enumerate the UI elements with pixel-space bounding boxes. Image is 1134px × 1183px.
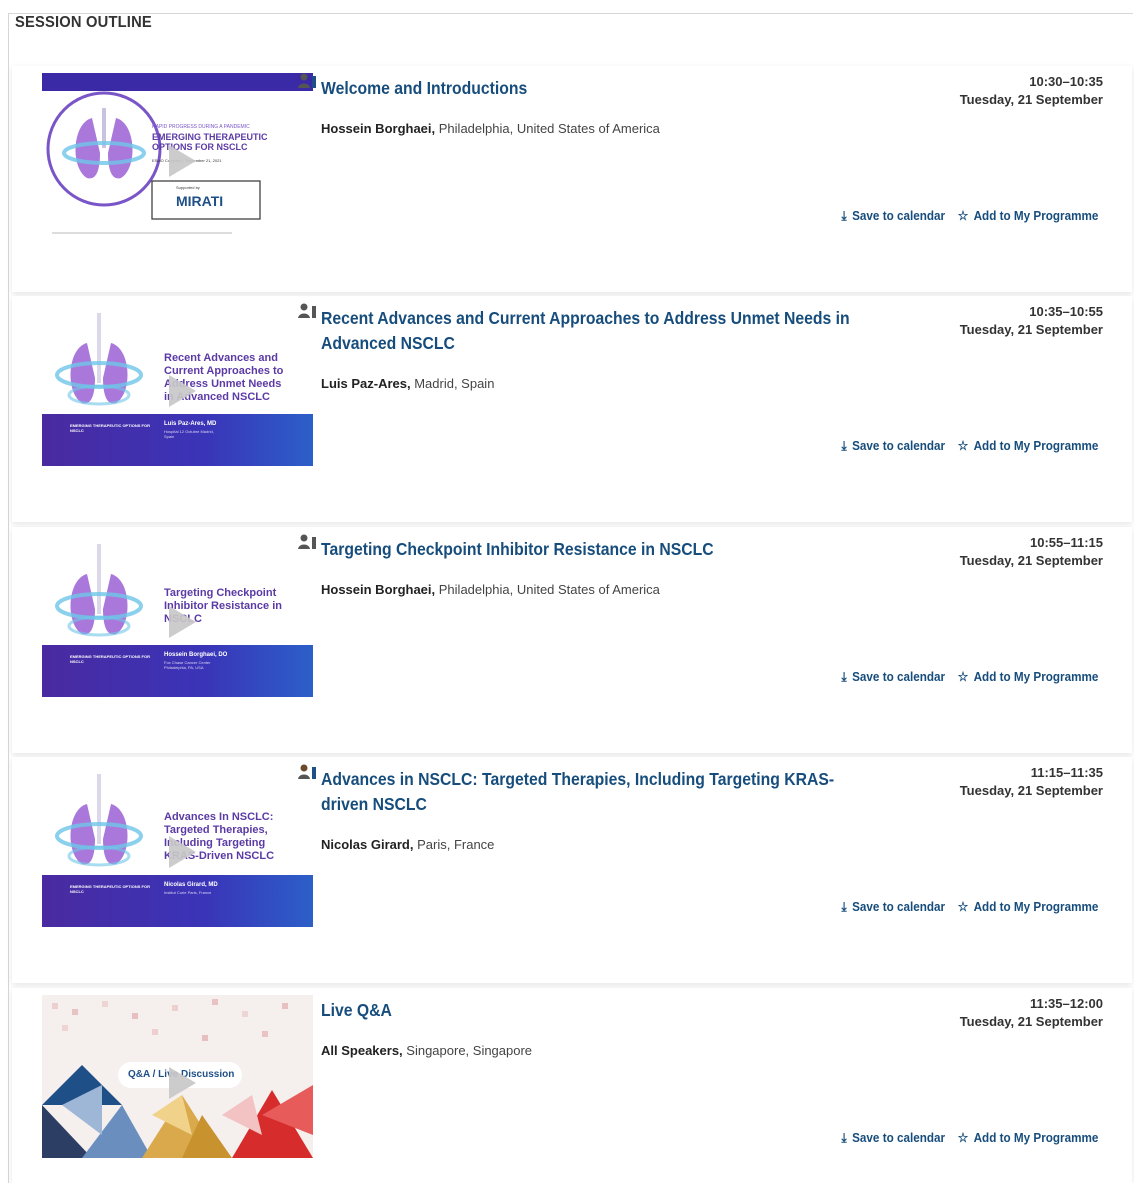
speaker-line: All Speakers, Singapore, Singapore xyxy=(321,1043,532,1058)
star-outline-icon: ☆ xyxy=(957,208,968,223)
item-actions: ⤓ Save to calendar ☆ Add to My Programme xyxy=(841,899,1098,915)
time-range: 10:55–11:15 xyxy=(1029,535,1103,550)
session-date: Tuesday, 21 September xyxy=(959,553,1103,568)
speaker-line: Nicolas Girard, Paris, France xyxy=(321,837,494,852)
speaker-line: Hossein Borghaei, Philadelphia, United S… xyxy=(321,582,660,597)
speaker-avatar-icon xyxy=(298,534,316,549)
speaker-avatar-icon xyxy=(298,303,316,318)
thumb-presenter-affiliation: Fox Chase Cancer Center Philadelphia, PA… xyxy=(164,660,211,670)
speaker-line: Luis Paz-Ares, Madrid, Spain xyxy=(321,376,494,391)
session-date: Tuesday, 21 September xyxy=(959,322,1103,337)
sponsor-logo: MIRATI xyxy=(176,193,224,209)
thumb-presenter: Nicolas Girard, MD xyxy=(164,882,218,888)
add-to-programme-button[interactable]: ☆ Add to My Programme xyxy=(957,208,1098,224)
download-icon: ⤓ xyxy=(841,669,847,684)
add-to-programme-button[interactable]: ☆ Add to My Programme xyxy=(957,899,1098,915)
time-range: 11:35–12:00 xyxy=(1029,996,1103,1011)
save-to-calendar-button[interactable]: ⤓ Save to calendar xyxy=(841,1130,945,1146)
time-range: 11:15–11:35 xyxy=(1030,765,1103,780)
star-outline-icon: ☆ xyxy=(957,669,968,684)
talk-title-link[interactable]: Targeting Checkpoint Inhibitor Resistanc… xyxy=(321,537,879,562)
play-icon[interactable] xyxy=(169,606,196,638)
speaker-location: Philadelphia, United States of America xyxy=(438,582,660,597)
thumb-presenter-affiliation: Institut Curie Paris, France xyxy=(164,890,212,895)
session-item: Advances In NSCLC: Targeted Therapies, I… xyxy=(12,757,1132,983)
thumb-kicker: RAPID PROGRESS DURING A PANDEMIC xyxy=(152,124,250,130)
thumb-banner: EMERGING THERAPEUTIC OPTIONS FOR NSCLC xyxy=(70,884,151,894)
time-block: 11:15–11:35 Tuesday, 21 September xyxy=(960,764,1103,800)
talk-title-link[interactable]: Advances in NSCLC: Targeted Therapies, I… xyxy=(321,767,879,817)
time-range: 10:30–10:35 xyxy=(1029,74,1103,89)
item-actions: ⤓ Save to calendar ☆ Add to My Programme xyxy=(841,438,1098,454)
video-thumbnail[interactable]: RAPID PROGRESS DURING A PANDEMIC EMERGIN… xyxy=(42,73,313,236)
session-item: Recent Advances and Current Approaches t… xyxy=(12,296,1132,522)
session-item: RAPID PROGRESS DURING A PANDEMIC EMERGIN… xyxy=(12,66,1132,292)
add-to-programme-button[interactable]: ☆ Add to My Programme xyxy=(957,669,1098,685)
download-icon: ⤓ xyxy=(841,438,847,453)
speaker-name[interactable]: Luis Paz-Ares, xyxy=(321,376,411,391)
speaker-location: Paris, France xyxy=(417,837,495,852)
session-date: Tuesday, 21 September xyxy=(959,92,1103,107)
save-to-calendar-button[interactable]: ⤓ Save to calendar xyxy=(841,438,945,454)
speaker-location: Singapore, Singapore xyxy=(406,1043,533,1058)
thumb-presenter: Hossein Borghaei, DO xyxy=(164,652,228,658)
save-to-calendar-button[interactable]: ⤓ Save to calendar xyxy=(841,899,945,915)
time-block: 11:35–12:00 Tuesday, 21 September xyxy=(960,995,1103,1031)
thumb-headline: EMERGING THERAPEUTIC xyxy=(152,132,268,142)
download-icon: ⤓ xyxy=(841,899,847,914)
video-thumbnail[interactable]: Targeting Checkpoint Inhibitor Resistanc… xyxy=(42,534,313,697)
speaker-avatar-icon xyxy=(298,73,316,88)
item-actions: ⤓ Save to calendar ☆ Add to My Programme xyxy=(841,1130,1098,1146)
session-item: Targeting Checkpoint Inhibitor Resistanc… xyxy=(12,527,1132,753)
speaker-name[interactable]: Hossein Borghaei, xyxy=(321,121,435,136)
section-title: SESSION OUTLINE xyxy=(15,14,152,31)
thumb-banner: EMERGING THERAPEUTIC OPTIONS FOR NSCLC xyxy=(70,423,151,433)
play-icon[interactable] xyxy=(169,1067,196,1099)
speaker-name[interactable]: Nicolas Girard, xyxy=(321,837,413,852)
talk-title-link[interactable]: Recent Advances and Current Approaches t… xyxy=(321,306,879,356)
speaker-location: Madrid, Spain xyxy=(414,376,495,391)
item-actions: ⤓ Save to calendar ☆ Add to My Programme xyxy=(841,669,1098,685)
add-to-programme-button[interactable]: ☆ Add to My Programme xyxy=(957,1130,1098,1146)
add-to-programme-button[interactable]: ☆ Add to My Programme xyxy=(957,438,1098,454)
download-icon: ⤓ xyxy=(841,1130,847,1145)
thumb-sponsor-label: Supported by xyxy=(176,185,200,190)
talk-title-link[interactable]: Welcome and Introductions xyxy=(321,76,879,101)
talk-title-link[interactable]: Live Q&A xyxy=(321,998,879,1023)
session-date: Tuesday, 21 September xyxy=(959,783,1103,798)
speaker-line: Hossein Borghaei, Philadelphia, United S… xyxy=(321,121,660,136)
item-actions: ⤓ Save to calendar ☆ Add to My Programme xyxy=(841,208,1098,224)
session-item: Q&A / Live Discussion Live Q&A All Speak… xyxy=(12,988,1132,1183)
play-icon[interactable] xyxy=(169,375,196,407)
time-range: 10:35–10:55 xyxy=(1029,304,1103,319)
time-block: 10:55–11:15 Tuesday, 21 September xyxy=(960,534,1103,570)
video-thumbnail[interactable]: Advances In NSCLC: Targeted Therapies, I… xyxy=(42,764,313,927)
thumb-headline: OPTIONS FOR NSCLC xyxy=(152,142,248,152)
play-icon[interactable] xyxy=(169,836,196,868)
thumb-presenter: Luis Paz-Ares, MD xyxy=(164,421,217,427)
speaker-name[interactable]: Hossein Borghaei, xyxy=(321,582,435,597)
time-block: 10:30–10:35 Tuesday, 21 September xyxy=(960,73,1103,109)
video-thumbnail[interactable]: Recent Advances and Current Approaches t… xyxy=(42,303,313,466)
speaker-avatar-icon xyxy=(298,764,316,779)
video-thumbnail[interactable]: Q&A / Live Discussion xyxy=(42,995,313,1158)
star-outline-icon: ☆ xyxy=(957,438,968,453)
save-to-calendar-button[interactable]: ⤓ Save to calendar xyxy=(841,208,945,224)
thumb-banner: EMERGING THERAPEUTIC OPTIONS FOR NSCLC xyxy=(70,654,151,664)
star-outline-icon: ☆ xyxy=(957,1130,968,1145)
thumb-presenter-affiliation: Hospital 12 Octubre Madrid, Spain xyxy=(164,429,214,439)
play-icon[interactable] xyxy=(169,145,196,177)
time-block: 10:35–10:55 Tuesday, 21 September xyxy=(960,303,1103,339)
speaker-name[interactable]: All Speakers, xyxy=(321,1043,403,1058)
star-outline-icon: ☆ xyxy=(957,899,968,914)
speaker-location: Philadelphia, United States of America xyxy=(438,121,660,136)
session-date: Tuesday, 21 September xyxy=(959,1014,1103,1029)
download-icon: ⤓ xyxy=(841,208,847,223)
save-to-calendar-button[interactable]: ⤓ Save to calendar xyxy=(841,669,945,685)
